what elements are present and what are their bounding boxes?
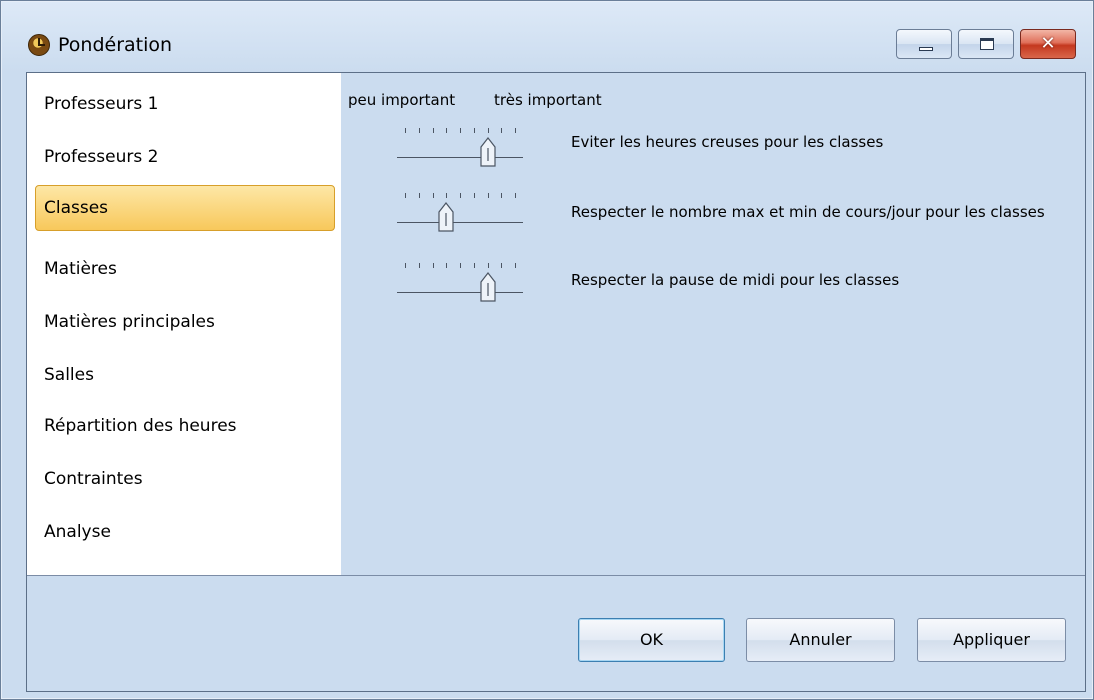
cancel-button[interactable]: Annuler <box>746 618 895 662</box>
slider-tick <box>460 193 461 198</box>
slider-tick <box>418 128 420 133</box>
slider-tick <box>432 263 434 268</box>
scale-low-label: peu important <box>348 91 456 109</box>
weighting-panel: peu important très important Eviter les … <box>341 73 1085 575</box>
sidebar-item-matieres-principales[interactable]: Matières principales <box>35 299 335 345</box>
footer-divider <box>27 575 1085 576</box>
slider-tick <box>515 128 516 133</box>
slider-tick <box>487 263 489 268</box>
slider-tick <box>446 128 448 133</box>
slider-tick <box>405 193 406 198</box>
ok-button[interactable]: OK <box>578 618 725 662</box>
minimize-button[interactable] <box>896 29 952 59</box>
close-button[interactable]: ✕ <box>1020 29 1076 59</box>
slider-tick <box>405 263 406 268</box>
sidebar-item-contraintes[interactable]: Contraintes <box>35 456 335 502</box>
slider-pause-midi[interactable] <box>397 260 523 304</box>
sidebar-item-classes[interactable]: Classes <box>35 185 335 231</box>
slider-thumb[interactable] <box>479 137 496 167</box>
slider-tick <box>501 263 503 268</box>
slider-tick <box>515 193 516 198</box>
apply-button[interactable]: Appliquer <box>917 618 1066 662</box>
sidebar-item-professeurs-2[interactable]: Professeurs 2 <box>35 134 335 180</box>
slider-tick <box>515 263 516 268</box>
label-heures-creuses: Eviter les heures creuses pour les class… <box>571 133 884 151</box>
slider-tick <box>418 263 420 268</box>
sidebar-item-repartition-des-heures[interactable]: Répartition des heures <box>35 403 335 449</box>
window-title: Pondération <box>58 34 173 56</box>
sidebar-item-salles[interactable]: Salles <box>35 352 335 398</box>
slider-heures-creuses[interactable] <box>397 125 523 169</box>
category-list: Professeurs 1 Professeurs 2 Classes Mati… <box>27 73 341 575</box>
minimize-icon <box>919 47 933 51</box>
label-pause-midi: Respecter la pause de midi pour les clas… <box>571 271 900 289</box>
slider-thumb[interactable] <box>438 202 454 232</box>
slider-tick <box>460 263 461 268</box>
clock-icon <box>28 34 50 56</box>
slider-tick <box>460 128 461 133</box>
slider-tick <box>432 193 434 198</box>
slider-thumb[interactable] <box>479 272 496 302</box>
slider-cours-par-jour[interactable] <box>397 190 523 234</box>
dialog-client-area: Professeurs 1 Professeurs 2 Classes Mati… <box>26 72 1086 692</box>
sidebar-item-professeurs-1[interactable]: Professeurs 1 <box>35 81 335 127</box>
slider-track <box>397 292 523 293</box>
close-icon: ✕ <box>1040 33 1056 54</box>
slider-tick <box>473 128 475 133</box>
slider-tick <box>446 193 448 198</box>
slider-tick <box>473 193 475 198</box>
slider-tick <box>501 193 503 198</box>
slider-tick <box>418 193 420 198</box>
ponderation-dialog: Pondération ✕ Professeurs 1 Professeurs … <box>0 0 1094 700</box>
slider-tick <box>501 128 503 133</box>
maximize-icon <box>980 38 994 50</box>
title-bar[interactable]: Pondération ✕ <box>2 2 1092 72</box>
maximize-button[interactable] <box>958 29 1014 59</box>
slider-tick <box>487 193 489 198</box>
slider-track <box>397 222 523 223</box>
slider-tick <box>473 263 475 268</box>
sidebar-item-analyse[interactable]: Analyse <box>35 509 335 555</box>
scale-high-label: très important <box>494 91 602 109</box>
slider-tick <box>405 128 406 133</box>
label-cours-par-jour: Respecter le nombre max et min de cours/… <box>571 203 1045 221</box>
slider-tick <box>432 128 434 133</box>
slider-tick <box>446 263 448 268</box>
slider-tick <box>487 128 489 133</box>
slider-track <box>397 157 523 158</box>
sidebar-item-matieres[interactable]: Matières <box>35 246 335 292</box>
